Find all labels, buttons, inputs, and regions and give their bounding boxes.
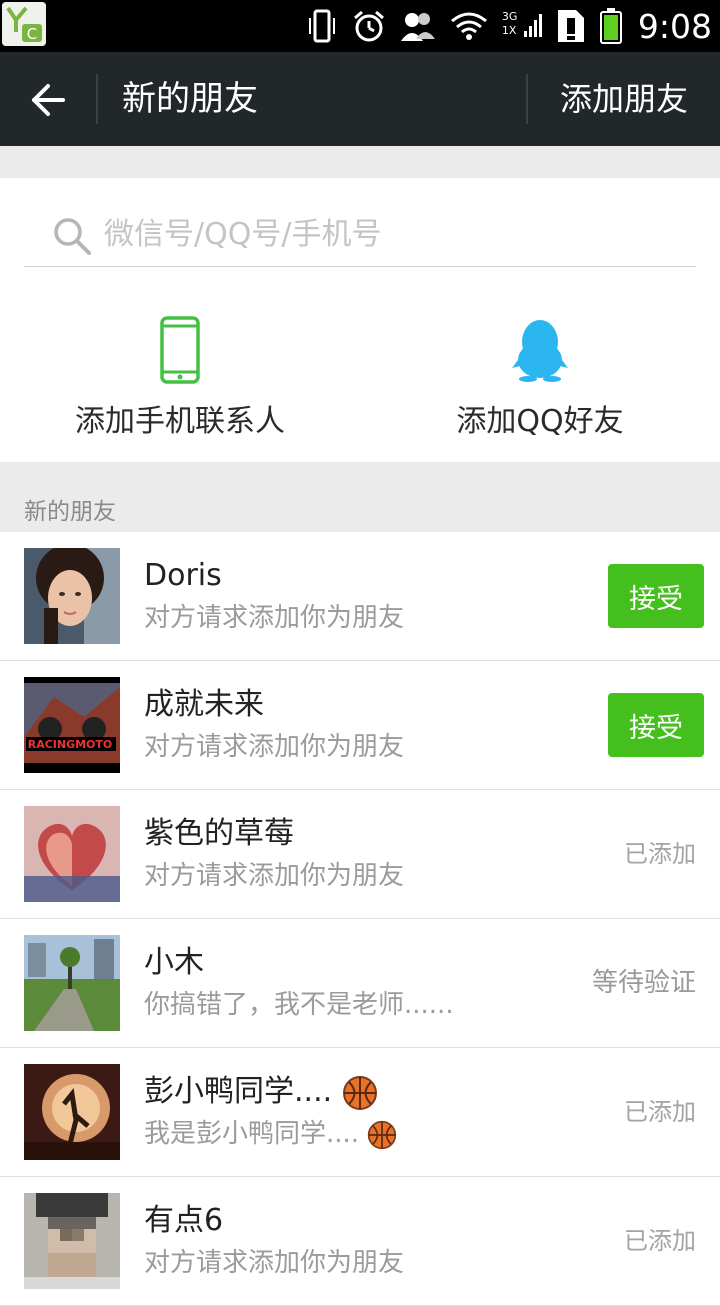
add-friend-panel: 微信号/QQ号/手机号 添加手机联系人 添加QQ好友: [0, 178, 720, 462]
avatar: [24, 548, 120, 644]
section-title: 新的朋友: [24, 499, 116, 525]
friend-message: 你搞错了，我不是老师......: [144, 990, 454, 1020]
status-bar: C 3G 1X 9:08: [0, 0, 720, 52]
friend-name: 彭小鸭同学....: [144, 1072, 378, 1112]
status-time: 9:08: [637, 6, 712, 46]
add-phone-contacts-label: 添加手机联系人: [75, 404, 285, 439]
friend-request-row[interactable]: Doris 对方请求添加你为朋友 接受: [0, 532, 720, 661]
friend-request-row[interactable]: 紫色的草莓 对方请求添加你为朋友 已添加: [0, 790, 720, 919]
status-badge: 已添加: [624, 1098, 696, 1126]
contacts-icon: [400, 13, 435, 41]
vibrate-icon: [308, 9, 335, 43]
svg-text:RACINGMOTO: RACINGMOTO: [28, 738, 113, 751]
network-type-label: 3G: [501, 10, 518, 23]
avatar: [24, 1193, 120, 1289]
back-button[interactable]: [18, 72, 78, 128]
action-bar: 新的朋友 添加朋友: [0, 52, 720, 146]
friend-name: Doris: [144, 558, 222, 593]
network-sub-label: 1X: [501, 24, 517, 37]
alarm-icon: [353, 10, 384, 42]
friend-message: 对方请求添加你为朋友: [144, 603, 405, 633]
add-phone-contacts-button[interactable]: 添加手机联系人: [0, 316, 360, 442]
search-placeholder: 微信号/QQ号/手机号: [104, 217, 382, 252]
friend-request-row[interactable]: 彭小鸭同学.... 我是彭小鸭同学.... 已添加: [0, 1048, 720, 1177]
friend-name: 成就未来: [144, 687, 264, 722]
friend-name: 小木: [144, 945, 204, 980]
friend-name-text: 彭小鸭同学....: [144, 1074, 333, 1109]
battery-icon: [599, 8, 622, 44]
friend-request-row[interactable]: RACINGMOTO 成就未来 对方请求添加你为朋友 接受: [0, 661, 720, 790]
avatar: [24, 806, 120, 902]
add-friend-button[interactable]: 添加朋友: [560, 76, 688, 122]
friend-request-list: Doris 对方请求添加你为朋友 接受 RACINGMOTO 成就未来 对方请求…: [0, 532, 720, 1306]
page-title: 新的朋友: [122, 79, 258, 119]
wifi-icon: [450, 12, 487, 40]
friend-name: 有点6: [144, 1203, 224, 1238]
search-input[interactable]: 微信号/QQ号/手机号: [24, 206, 696, 267]
friend-request-row[interactable]: 小木 你搞错了，我不是老师...... 等待验证: [0, 919, 720, 1048]
friend-message: 对方请求添加你为朋友: [144, 861, 405, 891]
friend-request-row[interactable]: 有点6 对方请求添加你为朋友 已添加: [0, 1177, 720, 1306]
status-badge: 已添加: [624, 840, 696, 868]
add-qq-friends-button[interactable]: 添加QQ好友: [360, 316, 720, 442]
friend-name: 紫色的草莓: [144, 816, 294, 851]
basketball-icon: [342, 1075, 377, 1110]
accept-button[interactable]: 接受: [608, 564, 704, 628]
friend-message-text: 我是彭小鸭同学....: [144, 1119, 360, 1149]
header-divider: [526, 74, 528, 124]
search-icon: [54, 218, 91, 255]
avatar: RACINGMOTO: [24, 677, 120, 773]
qq-penguin-icon: [512, 320, 568, 382]
status-badge: 已添加: [624, 1227, 696, 1255]
accept-button[interactable]: 接受: [608, 693, 704, 757]
add-qq-friends-label: 添加QQ好友: [456, 404, 624, 439]
sim-alert-icon: [557, 10, 584, 42]
back-arrow-icon: [32, 84, 65, 116]
friend-message: 对方请求添加你为朋友: [144, 1248, 405, 1278]
friend-message: 对方请求添加你为朋友: [144, 732, 405, 762]
status-badge: 等待验证: [591, 968, 696, 998]
basketball-icon: [368, 1120, 397, 1149]
phone-icon: [160, 316, 200, 384]
avatar: [24, 1064, 120, 1160]
svg-text:C: C: [27, 25, 37, 43]
signal-icon: 3G 1X: [502, 11, 542, 41]
app-notification-icon: C: [2, 2, 46, 46]
header-divider: [96, 74, 98, 124]
friend-message: 我是彭小鸭同学....: [144, 1116, 397, 1152]
avatar: [24, 935, 120, 1031]
